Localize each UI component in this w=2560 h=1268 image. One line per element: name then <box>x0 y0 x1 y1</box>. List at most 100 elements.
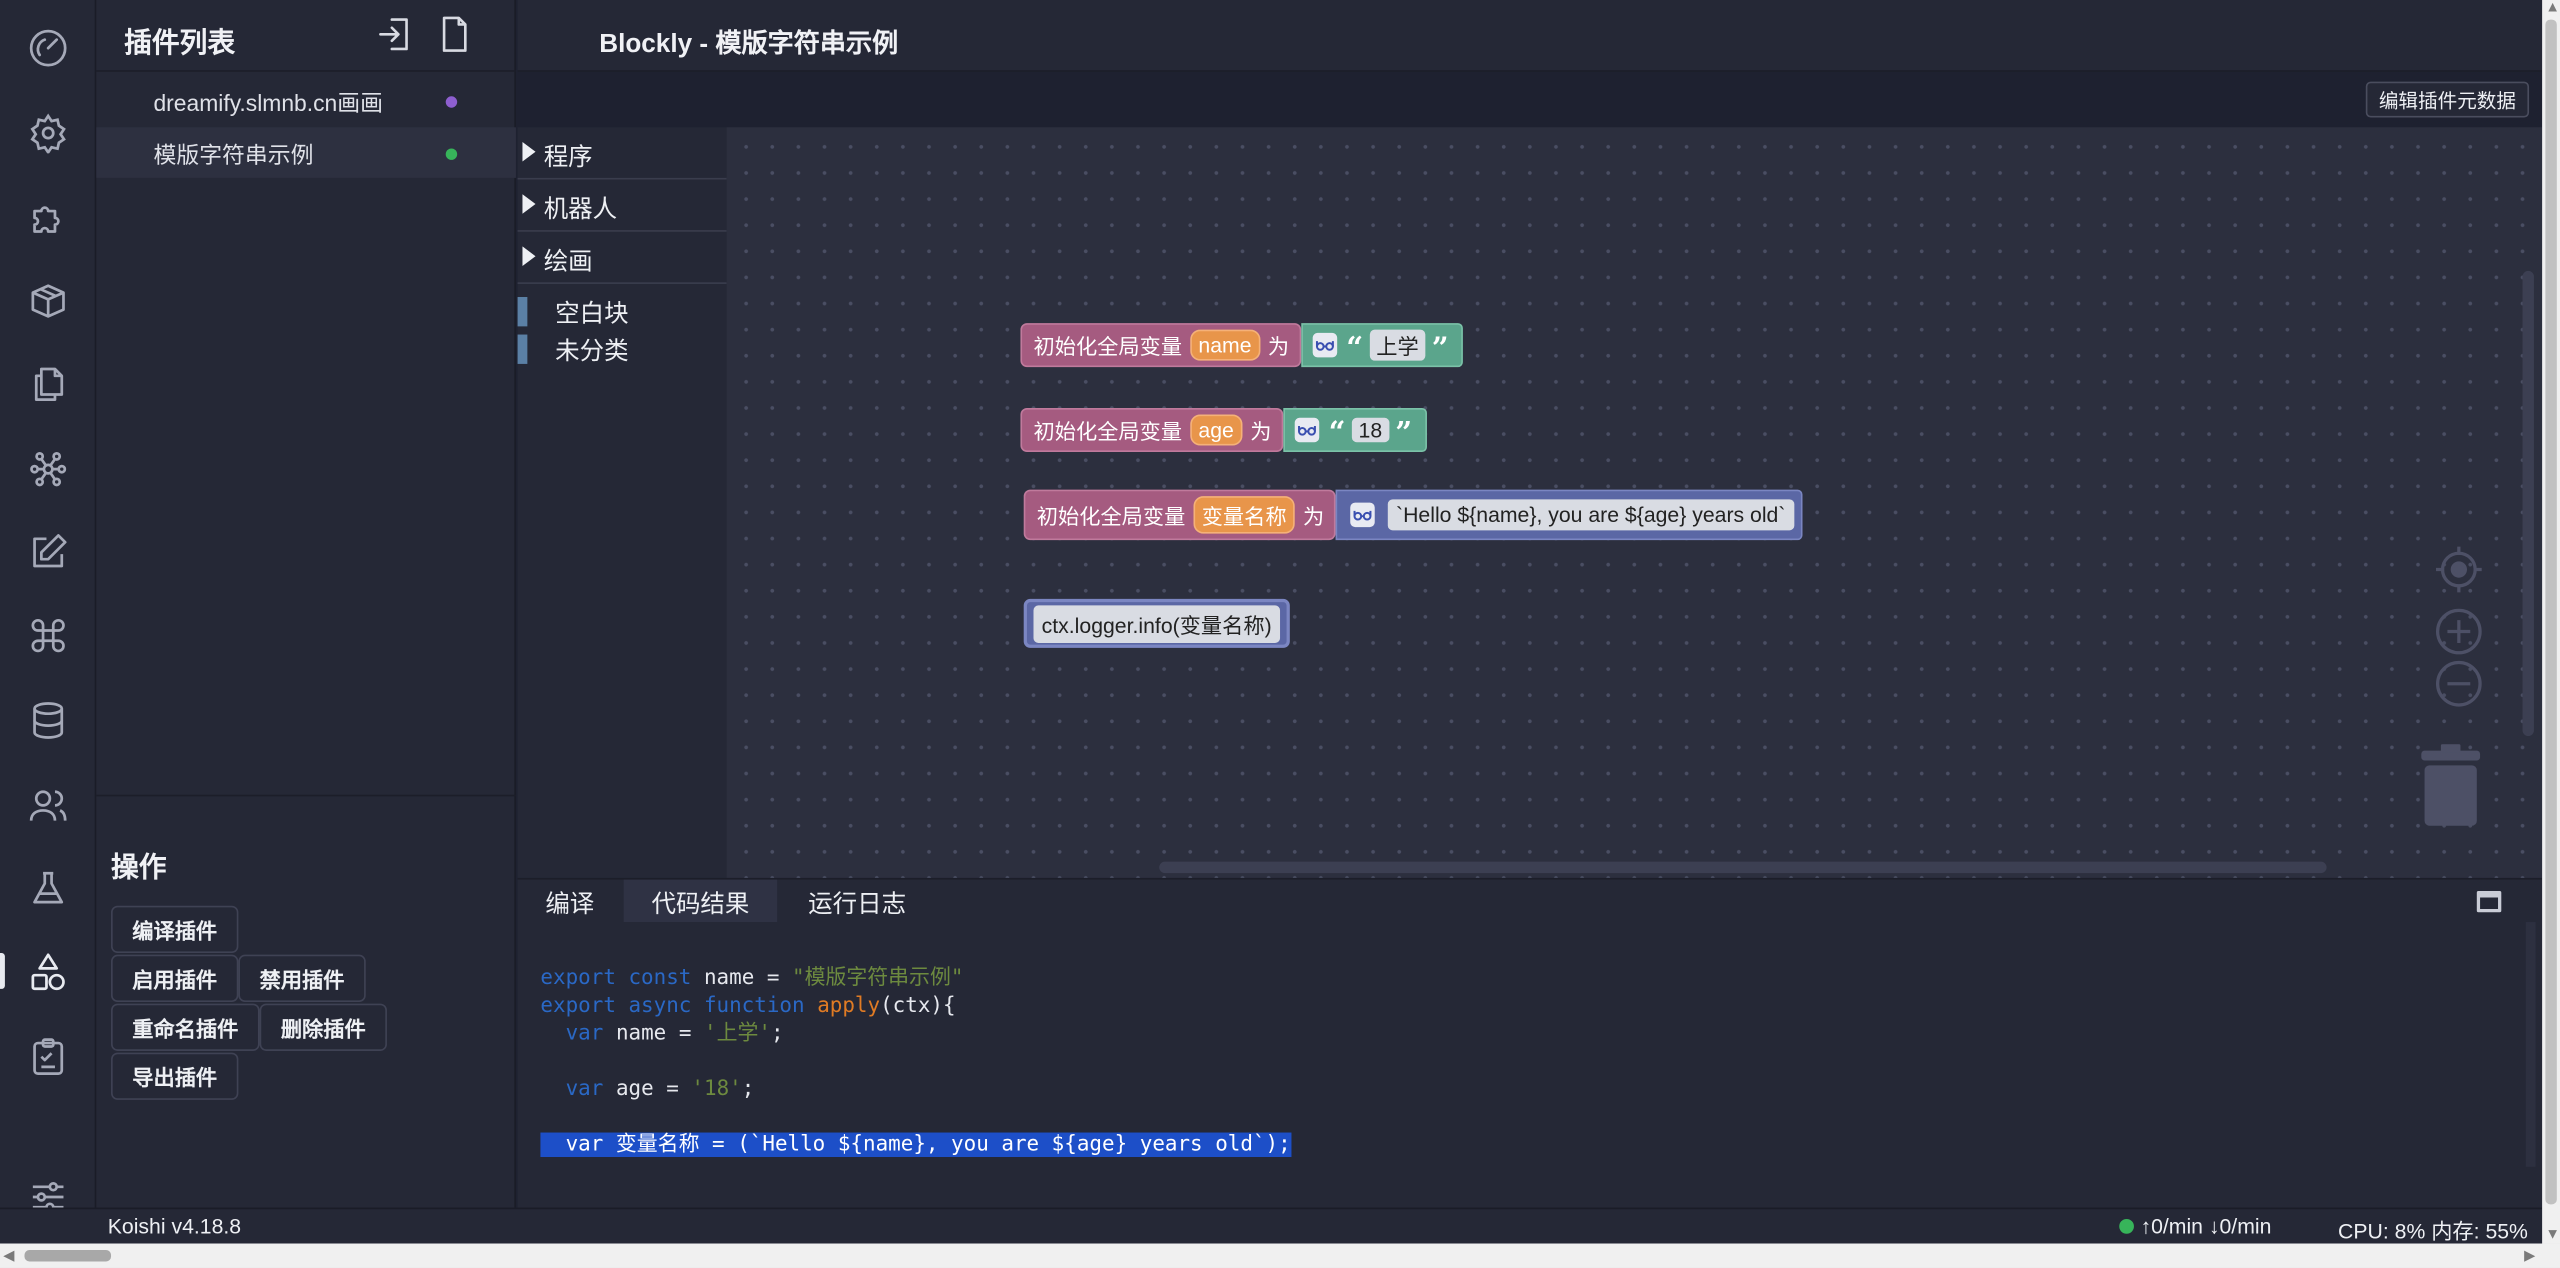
new-file-icon[interactable] <box>434 15 473 54</box>
network-icon[interactable] <box>28 449 69 490</box>
string-value-field[interactable]: 上学 <box>1369 329 1426 361</box>
glasses-icon <box>1311 332 1337 358</box>
global-variable-block[interactable]: 初始化全局变量 name 为 “ 上学 ” <box>1020 323 1464 368</box>
glasses-icon <box>1294 417 1319 443</box>
tab-code-result[interactable]: 代码结果 <box>623 879 778 923</box>
puzzle-icon[interactable] <box>28 197 69 238</box>
block-label: 为 <box>1250 419 1272 444</box>
code-line: var name = '上学'; <box>565 1021 784 1047</box>
operations-title: 操作 <box>111 851 167 883</box>
enable-plugin-button[interactable]: 启用插件 <box>111 954 239 1002</box>
export-plugin-button[interactable]: 导出插件 <box>111 1052 239 1100</box>
expand-arrow-icon <box>522 194 536 214</box>
settings-icon[interactable] <box>28 113 69 154</box>
category-color-bar <box>517 297 528 327</box>
edit-icon[interactable] <box>28 532 69 573</box>
scroll-right-icon[interactable]: ▶ <box>2524 1248 2535 1263</box>
version-label: Koishi v4.18.8 <box>107 1214 242 1239</box>
string-block[interactable]: “ 18 ” <box>1282 407 1427 453</box>
toolbox-item-label: 空白块 <box>555 300 629 329</box>
zoom-in-icon[interactable] <box>2434 607 2483 656</box>
string-value-field[interactable]: 18 <box>1352 417 1389 443</box>
toolbox-category-label: 绘画 <box>543 248 593 276</box>
variable-init-block[interactable]: 初始化全局变量 变量名称 为 <box>1023 489 1336 541</box>
command-icon[interactable] <box>28 615 69 656</box>
blockly-workspace[interactable]: 初始化全局变量 name 为 “ 上学 ” 初始化全局变量 age 为 “ 18 <box>726 127 2543 878</box>
clipboard-icon[interactable] <box>28 1036 69 1077</box>
workspace-horizontal-scrollbar[interactable] <box>1159 861 2327 874</box>
scroll-left-icon[interactable]: ◀ <box>3 1248 14 1263</box>
plugin-item-dreamify[interactable]: dreamify.slmnb.cn画画 <box>96 75 516 126</box>
edit-metadata-button[interactable]: 编辑插件元数据 <box>2365 81 2530 118</box>
network-rate: ↑0/min ↓0/min <box>2140 1214 2272 1239</box>
disable-plugin-button[interactable]: 禁用插件 <box>238 954 366 1002</box>
sidebar-title: 插件列表 <box>124 27 236 59</box>
string-block[interactable]: “ 上学 ” <box>1300 323 1464 368</box>
recenter-icon[interactable] <box>2434 545 2483 594</box>
glasses-icon <box>1350 502 1375 528</box>
tab-compile[interactable]: 编译 <box>518 880 623 922</box>
code-output[interactable]: export const name = "模版字符串示例" export asyn… <box>540 964 1291 1158</box>
database-icon[interactable] <box>28 700 69 741</box>
plugin-sidebar: 插件列表 dreamify.slmnb.cn画画 模版字符串示例 操作 编译插件… <box>96 0 516 1208</box>
quote-close: ” <box>1395 415 1413 450</box>
window-vertical-scrollbar[interactable]: ▲ ▼ <box>2542 0 2560 1244</box>
delete-plugin-button[interactable]: 删除插件 <box>259 1003 387 1051</box>
variable-name-field[interactable]: age <box>1190 414 1243 446</box>
shapes-icon[interactable] <box>28 951 69 992</box>
blockly-toolbox: 程序 机器人 绘画 空白块 未分类 <box>517 127 727 878</box>
scroll-down-icon[interactable]: ▼ <box>2545 1226 2560 1242</box>
variable-init-block[interactable]: 初始化全局变量 age 为 <box>1020 407 1283 453</box>
gauge-icon[interactable] <box>28 28 69 69</box>
expand-arrow-icon <box>522 141 536 162</box>
maximize-panel-icon[interactable] <box>2476 891 2502 913</box>
scroll-up-icon[interactable]: ▲ <box>2545 0 2560 15</box>
cpu-memory-usage: CPU: 8% 内存: 55% <box>2338 1219 2528 1244</box>
flask-icon[interactable] <box>28 868 69 909</box>
window-horizontal-scrollbar[interactable]: ◀ ▶ <box>0 1243 2560 1268</box>
toolbox-item-label: 未分类 <box>555 337 629 366</box>
variable-name-field[interactable]: name <box>1190 329 1260 361</box>
variable-name-field[interactable]: 变量名称 <box>1193 496 1295 534</box>
workspace-vertical-scrollbar[interactable] <box>2522 270 2534 736</box>
logger-statement-block[interactable]: ctx.logger.info(变量名称) <box>1023 598 1290 648</box>
package-icon[interactable] <box>28 281 69 322</box>
scroll-thumb[interactable] <box>2545 19 2557 1205</box>
code-line-selected: var 变量名称 = (`Hello ${name}, you are ${ag… <box>540 1132 1291 1158</box>
statement-code-field[interactable]: ctx.logger.info(变量名称) <box>1033 604 1280 643</box>
quote-close: ” <box>1431 330 1449 365</box>
operations-section: 操作 编译插件 启用插件 禁用插件 重命名插件 删除插件 导出插件 <box>96 794 516 1208</box>
login-icon[interactable] <box>376 15 415 54</box>
compile-plugin-button[interactable]: 编译插件 <box>111 905 239 954</box>
block-label: 为 <box>1267 334 1290 360</box>
plugin-status-dot <box>445 96 458 108</box>
tab-run-log[interactable]: 运行日志 <box>780 880 933 922</box>
expand-arrow-icon <box>522 246 536 266</box>
files-icon[interactable] <box>28 364 69 405</box>
toolbox-category-draw[interactable]: 绘画 <box>517 232 727 284</box>
status-indicator <box>2119 1219 2134 1234</box>
zoom-out-icon[interactable] <box>2434 659 2483 708</box>
scroll-thumb[interactable] <box>24 1250 112 1262</box>
toolbox-category-bot[interactable]: 机器人 <box>517 180 727 232</box>
output-panel: 编译 代码结果 运行日志 export const name = "模版字符串示… <box>517 877 2543 1208</box>
users-icon[interactable] <box>28 785 69 826</box>
block-label: 初始化全局变量 <box>1033 334 1183 360</box>
app-window: 插件列表 dreamify.slmnb.cn画画 模版字符串示例 操作 编译插件… <box>0 0 2560 1268</box>
toolbox-item-uncategorized[interactable]: 未分类 <box>517 331 727 367</box>
template-value-field[interactable]: `Hello ${name}, you are ${age} years old… <box>1387 499 1794 531</box>
template-string-block[interactable]: `Hello ${name}, you are ${age} years old… <box>1335 489 1802 541</box>
trash-icon[interactable] <box>2418 744 2483 829</box>
global-variable-block[interactable]: 初始化全局变量 变量名称 为 `Hello ${name}, you are $… <box>1023 489 1802 541</box>
toolbox-category-program[interactable]: 程序 <box>517 127 727 180</box>
plugin-item-template-string[interactable]: 模版字符串示例 <box>96 127 516 178</box>
variable-init-block[interactable]: 初始化全局变量 name 为 <box>1020 323 1301 368</box>
global-variable-block[interactable]: 初始化全局变量 age 为 “ 18 ” <box>1020 407 1427 453</box>
panel-scrollbar[interactable] <box>2525 922 2536 1167</box>
rename-plugin-button[interactable]: 重命名插件 <box>111 1003 260 1051</box>
quote-open: “ <box>1346 330 1364 365</box>
toolbox-item-blank[interactable]: 空白块 <box>517 294 727 330</box>
status-bar: Koishi v4.18.8 ↑0/min ↓0/min CPU: 8% 内存:… <box>0 1207 2543 1244</box>
